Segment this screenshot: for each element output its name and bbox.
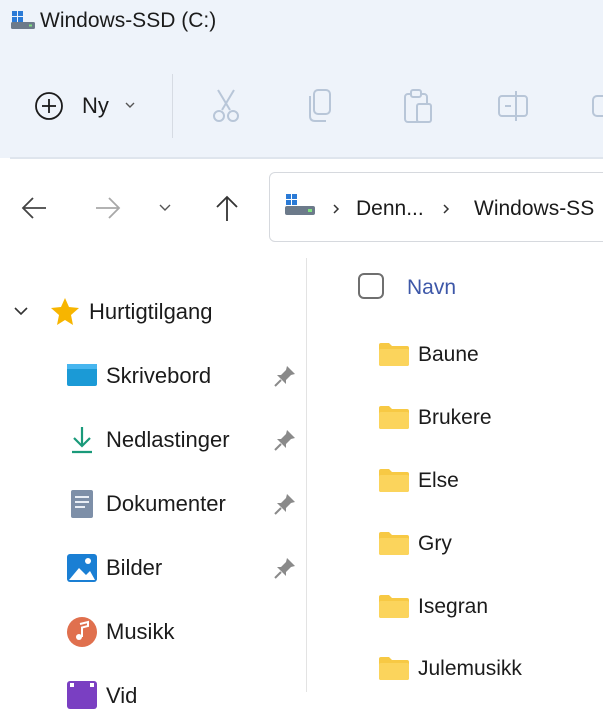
breadcrumb-chevron-icon[interactable] [331,203,341,215]
recent-locations-chevron-icon[interactable] [158,202,172,214]
cut-icon[interactable] [208,86,244,126]
expand-chevron-icon[interactable] [12,304,30,318]
folder-name[interactable]: Brukere [418,406,492,430]
folder-name[interactable]: Gry [418,532,452,556]
forward-arrow-icon[interactable] [92,193,122,223]
sidebar-quick-access[interactable]: Hurtigtilgang [89,299,213,325]
select-all-checkbox[interactable] [358,273,384,299]
windows-drive-icon [11,11,35,29]
breadcrumb-chevron-icon[interactable] [441,203,451,215]
document-icon [71,490,93,518]
pin-icon[interactable] [272,427,298,453]
plus-circle-icon [35,92,63,120]
command-bar-divider [10,157,603,159]
folder-name[interactable]: Julemusikk [418,657,522,681]
sidebar-item-bilder[interactable]: Bilder [106,555,162,581]
new-button-label: Ny [82,93,109,118]
breadcrumb-drive[interactable]: Windows-SS [474,197,594,221]
sidebar-item-dokumenter[interactable]: Dokumenter [106,491,226,517]
folder-icon [379,657,409,680]
paste-icon[interactable] [400,86,436,126]
video-icon [67,681,97,709]
window-title: Windows-SSD (C:) [40,9,217,32]
rename-icon[interactable] [496,86,532,126]
up-arrow-icon[interactable] [212,193,242,223]
toolbar-separator [172,74,173,138]
folder-icon [379,406,409,429]
folder-name[interactable]: Isegran [418,595,488,619]
download-icon [72,427,92,454]
folder-icon [379,532,409,555]
sidebar-item-nedlastinger[interactable]: Nedlastinger [106,427,230,453]
sidebar-item-video[interactable]: Vid [106,683,137,709]
chevron-down-icon[interactable] [123,98,137,112]
folder-icon [379,343,409,366]
column-header-name[interactable]: Navn [407,276,456,300]
folder-icon [379,469,409,492]
pictures-icon [67,554,97,582]
back-arrow-icon[interactable] [20,193,50,223]
desktop-icon [67,364,97,386]
pin-icon[interactable] [272,363,298,389]
pin-icon[interactable] [272,555,298,581]
pane-divider[interactable] [306,258,307,692]
pin-icon[interactable] [272,491,298,517]
folder-icon [379,595,409,618]
copy-icon[interactable] [302,86,338,126]
star-icon [51,298,79,325]
folder-name[interactable]: Else [418,469,459,493]
sidebar-item-musikk[interactable]: Musikk [106,619,174,645]
music-icon [67,617,97,647]
sidebar-item-skrivebord[interactable]: Skrivebord [106,363,211,389]
this-pc-icon [285,194,315,215]
share-icon[interactable] [592,86,603,126]
breadcrumb-this-pc[interactable]: Denn... [356,197,424,221]
folder-name[interactable]: Baune [418,343,479,367]
